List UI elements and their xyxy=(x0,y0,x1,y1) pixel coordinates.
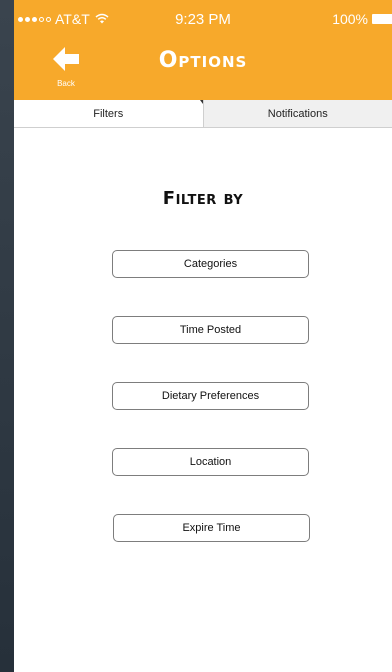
left-edge-strip xyxy=(0,0,14,672)
battery-percentage: 100% xyxy=(332,11,368,27)
tab-filters[interactable]: Filters xyxy=(14,100,206,127)
categories-button[interactable]: Categories xyxy=(112,250,309,278)
dietary-preferences-button[interactable]: Dietary Preferences xyxy=(112,382,309,410)
page-title: Options xyxy=(158,48,248,73)
time-posted-button[interactable]: Time Posted xyxy=(112,316,309,344)
location-button[interactable]: Location xyxy=(112,448,309,476)
header-bar: AT&T 9:23 PM 100% Back Options xyxy=(14,0,392,100)
battery-icon xyxy=(372,14,392,24)
tab-notifications[interactable]: Notifications xyxy=(202,100,392,127)
tab-bar: Filters Notifications xyxy=(14,100,392,128)
expire-time-button[interactable]: Expire Time xyxy=(113,514,310,542)
status-bar: AT&T 9:23 PM 100% xyxy=(14,0,392,38)
tab-filters-label: Filters xyxy=(93,107,124,120)
phone-screen: AT&T 9:23 PM 100% Back Options Filters N… xyxy=(14,0,392,672)
tab-notifications-label: Notifications xyxy=(267,107,328,120)
back-label: Back xyxy=(57,79,75,88)
status-right: 100% xyxy=(332,11,392,27)
filter-by-heading: Filter by xyxy=(162,188,244,209)
